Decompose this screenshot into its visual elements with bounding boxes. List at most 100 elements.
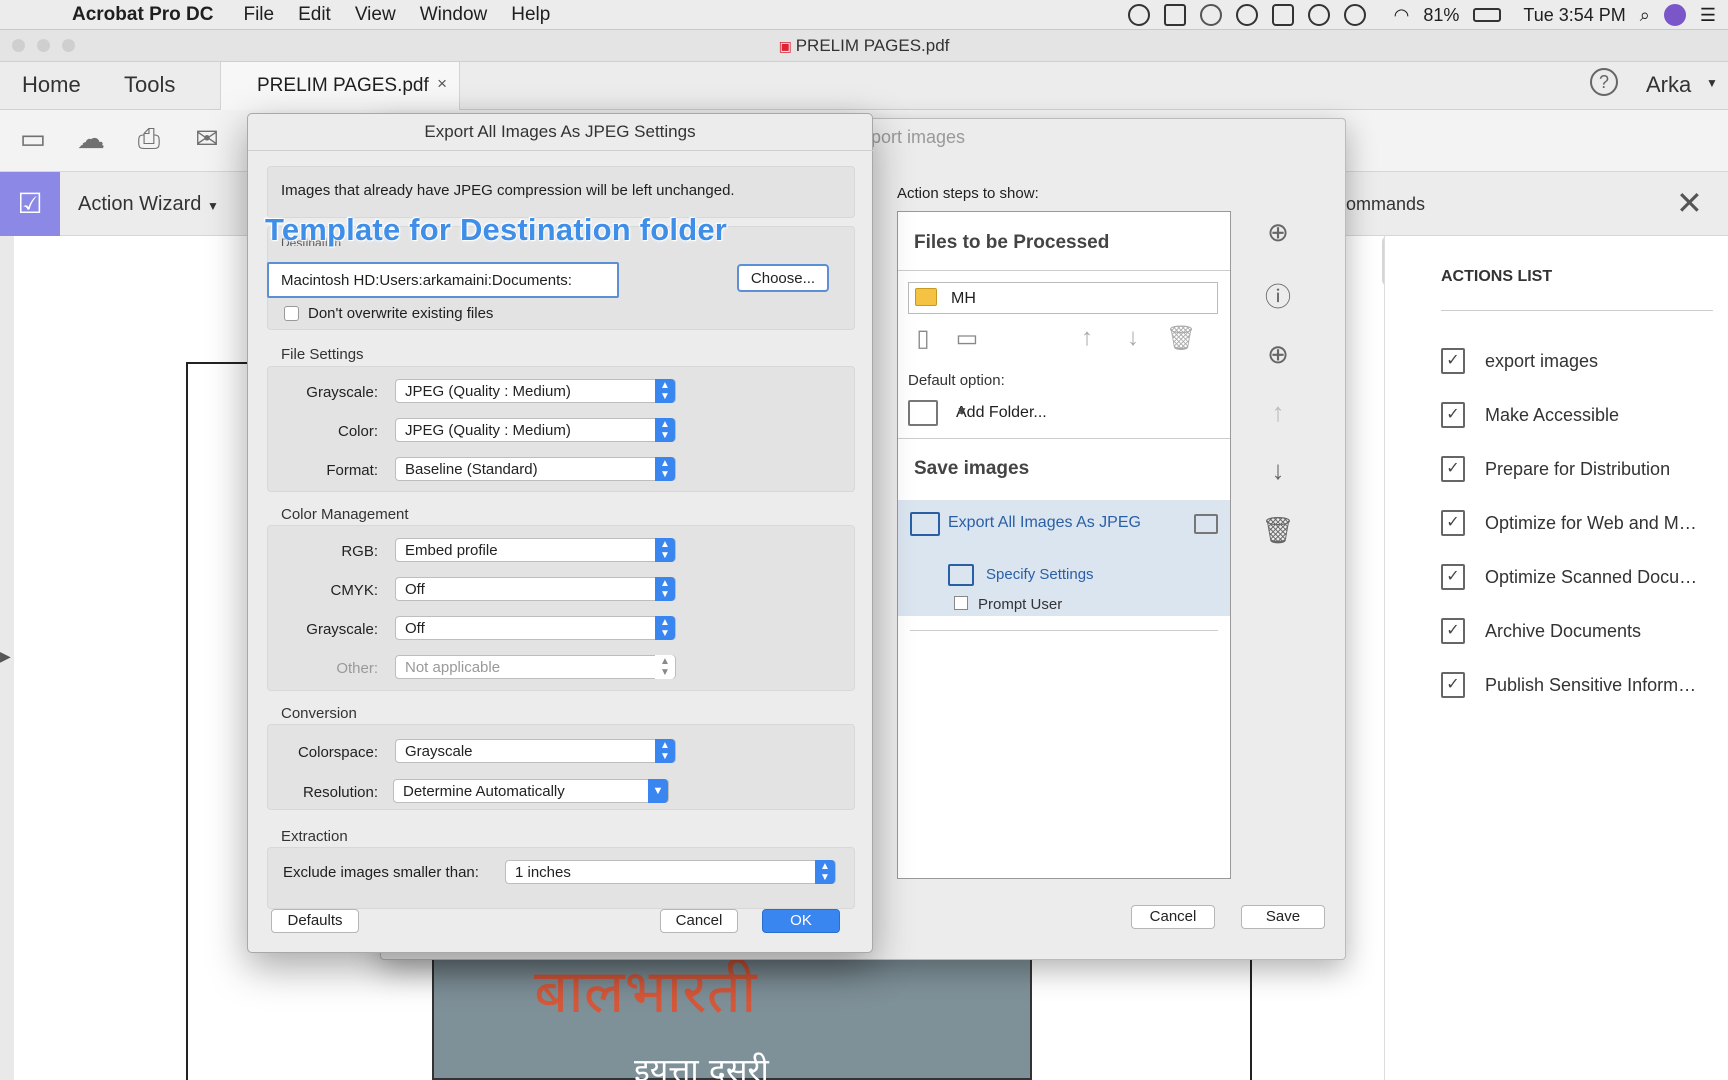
left-panel-toggle-icon[interactable]: ▶ [0,648,11,665]
colorspace-label: Colorspace: [297,744,378,761]
notification-center-icon[interactable]: ☰ [1700,5,1716,26]
menu-file[interactable]: File [231,4,286,26]
tab-tools[interactable]: Tools [124,72,175,98]
choose-button[interactable]: Choose... [737,264,829,292]
help-icon[interactable]: ? [1590,68,1618,96]
add-instruction-icon[interactable]: ⓘ [1261,277,1295,312]
lock-icon[interactable] [1271,4,1294,26]
menu-view[interactable]: View [343,4,408,26]
action-item-make-accessible[interactable]: ✓ Make Accessible [1441,400,1619,430]
other-profile-select: Not applicable ▲ ▼ [395,655,676,679]
move-up-icon[interactable]: ↑ [1074,324,1100,352]
move-step-up-icon[interactable]: ↑ [1261,397,1295,431]
chevron-down-icon: ▼ [648,779,668,803]
action-wizard-title[interactable]: Action Wizard ▼ [78,193,219,216]
clock[interactable]: Tue 3:54 PM [1523,5,1625,26]
exclude-size-select[interactable]: 1 inches ▲ ▼ [505,860,836,884]
action-steps-list: Files to be Processed MH ▯ ▭ ↑ ↓ 🗑 Defau… [897,211,1231,879]
print-icon[interactable]: ⎙ [132,122,166,156]
jpeg-notice: Images that already have JPEG compressio… [281,182,735,199]
step-options-icon[interactable] [1194,514,1218,534]
cancel-button[interactable]: Cancel [1131,905,1215,929]
folder-icon [915,288,937,306]
spotlight-search-icon[interactable]: ⌕ [1640,5,1650,26]
cover-subtitle: इयत्ता दुसरी [634,1051,769,1080]
cloud-icon[interactable] [1235,4,1258,26]
email-icon[interactable]: ✉ [190,122,224,156]
upload-cloud-icon[interactable]: ☁ [74,122,108,156]
move-down-icon[interactable]: ↓ [1120,324,1146,352]
colorspace-select[interactable]: Grayscale ▲ ▼ [395,739,676,763]
user-menu-chevron-down-icon[interactable]: ▼ [1706,76,1718,90]
action-checklist-icon: ✓ [1441,564,1465,590]
cancel-button[interactable]: Cancel [660,909,738,933]
cmyk-profile-select[interactable]: Off ▲ ▼ [395,577,676,601]
action-item-optimize-web[interactable]: ✓ Optimize for Web and M… [1441,508,1697,538]
close-tab-icon[interactable]: × [437,74,447,94]
dont-overwrite-checkbox[interactable] [284,306,299,321]
evernote-icon[interactable] [1307,4,1330,26]
add-tool-icon[interactable]: ⊕ [1261,217,1295,251]
menu-app-name[interactable]: Acrobat Pro DC [58,4,231,26]
defaults-button[interactable]: Defaults [271,909,359,933]
time-machine-icon[interactable] [1343,4,1366,26]
menu-window[interactable]: Window [408,4,500,26]
add-folder-icon[interactable]: ▭ [954,324,980,352]
delete-icon[interactable]: 🗑 [1166,324,1196,352]
pdf-file-icon: ▣ [778,38,796,54]
action-checklist-icon: ✓ [1441,402,1465,428]
action-step-export-jpeg[interactable]: Export All Images As JPEG Specify Settin… [898,500,1230,616]
battery-icon[interactable] [1473,8,1502,22]
menu-edit[interactable]: Edit [286,4,343,26]
menu-help[interactable]: Help [499,4,562,26]
document-tab-label: PRELIM PAGES.pdf [257,75,429,96]
stepper-arrows-icon: ▲ ▼ [655,655,675,679]
clipboard-icon[interactable] [1163,4,1186,26]
stepper-arrows-icon: ▲ ▼ [655,616,675,640]
user-name[interactable]: Arka [1646,72,1691,98]
ok-button[interactable]: OK [762,909,840,933]
action-item-publish-sensitive[interactable]: ✓ Publish Sensitive Inform… [1441,670,1696,700]
action-item-archive[interactable]: ✓ Archive Documents [1441,616,1641,646]
dialog-title: Export All Images As JPEG Settings [424,122,696,141]
siri-icon[interactable] [1663,4,1686,26]
format-select[interactable]: Baseline (Standard) ▲ ▼ [395,457,676,481]
rgb-profile-select[interactable]: Embed profile ▲ ▼ [395,538,676,562]
tab-document[interactable]: PRELIM PAGES.pdf × [220,62,460,110]
annotation-overlay: Template for Destination folder [265,212,728,247]
action-checklist-icon: ✓ [1441,672,1465,698]
cm-grayscale-label: Grayscale: [306,621,378,638]
action-item-export-images[interactable]: ✓ export images [1441,346,1598,376]
color-compression-select[interactable]: JPEG (Quality : Medium) ▲ ▼ [395,418,676,442]
menu-bar: Acrobat Pro DC File Edit View Window Hel… [0,0,1728,30]
resolution-label: Resolution: [302,784,378,801]
move-step-down-icon[interactable]: ↓ [1261,455,1295,489]
actions-list-panel: ACTIONS LIST ✓ export images ✓ Make Access… [1384,236,1728,1080]
wifi-icon[interactable]: ◠ [1394,5,1410,26]
delete-step-icon[interactable]: 🗑 [1261,515,1295,549]
folder-field[interactable]: MH [908,282,1218,314]
default-option-select[interactable]: Add Folder... ▼ [908,398,1218,430]
other-label: Other: [336,660,378,677]
prompt-user-checkbox[interactable] [954,596,968,610]
close-panel-icon[interactable]: ✕ [1676,184,1703,222]
save-icon[interactable]: ▭ [16,122,50,156]
dropbox-icon[interactable] [1199,4,1222,26]
add-file-icon[interactable]: ▯ [910,324,936,352]
action-item-optimize-scanned[interactable]: ✓ Optimize Scanned Docu… [1441,562,1697,592]
save-button[interactable]: Save [1241,905,1325,929]
destination-path-field[interactable]: Macintosh HD:Users:arkamaini:Documents: [267,262,619,298]
sync-icon[interactable] [1127,4,1150,26]
grayscale-compression-select[interactable]: JPEG (Quality : Medium) ▲ ▼ [395,379,676,403]
action-checklist-icon: ✓ [1441,618,1465,644]
cover-title: बालभारती [534,957,757,1027]
tab-home[interactable]: Home [22,72,81,98]
specify-settings-link[interactable]: Specify Settings [986,566,1094,583]
action-item-prepare-distribution[interactable]: ✓ Prepare for Distribution [1441,454,1670,484]
add-panel-icon[interactable]: ⊕ [1261,339,1295,373]
folder-name: MH [951,290,976,307]
action-wizard-icon[interactable]: ☑ [0,172,60,236]
grayscale-profile-select[interactable]: Off ▲ ▼ [395,616,676,640]
status-area: ◠ 81% Tue 3:54 PM ⌕ ☰ [1127,0,1716,30]
resolution-combobox[interactable]: Determine Automatically ▼ [393,779,669,803]
